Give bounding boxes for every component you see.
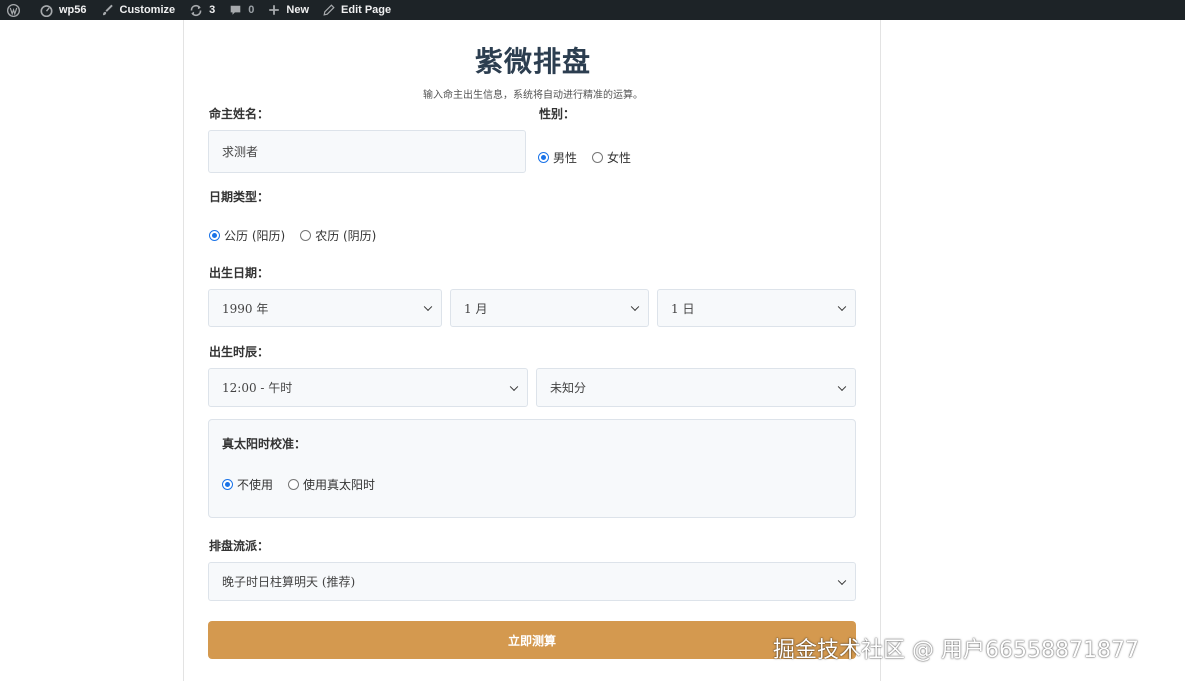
site-dashboard-icon (40, 4, 53, 17)
date-type-label: 日期类型： (209, 190, 270, 204)
plus-icon (269, 5, 280, 15)
gender-female-label: 女性 (607, 151, 632, 165)
month-select-value: 1 月 (464, 301, 488, 316)
solar-time-option-off[interactable]: 不使用 (222, 476, 273, 493)
page-subtitle: 输入命主出生信息，系统将自动进行精准的运算。 (423, 90, 643, 101)
radio-lunar[interactable] (300, 230, 312, 241)
gender-male-label: 男性 (553, 151, 578, 165)
birth-time-label: 出生时辰： (209, 345, 270, 359)
gender-radio-group: 男性 女性 (538, 149, 646, 166)
minute-select[interactable]: 未知分 (536, 368, 856, 407)
comments-count: 0 (248, 4, 255, 16)
year-select[interactable]: 1990 年 (208, 289, 442, 327)
gender-option-male[interactable]: 男性 (538, 149, 577, 166)
solar-time-panel: 真太阳时校准： 不使用 使用真太阳时 (208, 419, 856, 518)
name-input[interactable]: 求测者 (208, 130, 526, 173)
name-label: 命主姓名： (209, 107, 270, 121)
updates-link[interactable]: 3 (182, 0, 222, 20)
brush-icon (102, 4, 113, 15)
date-type-option-solar[interactable]: 公历 (阳历) (209, 227, 285, 244)
year-select-value: 1990 年 (222, 301, 269, 316)
customize-label: Customize (119, 4, 176, 16)
customize-link[interactable]: Customize (94, 0, 183, 20)
comments-link[interactable]: 0 (222, 0, 261, 20)
wordpress-menu[interactable] (0, 0, 33, 20)
school-select[interactable]: 晚子时日柱算明天 (推荐) (208, 562, 856, 601)
date-type-option-lunar[interactable]: 农历 (阴历) (300, 227, 376, 244)
hour-select[interactable]: 12:00 - 午时 (208, 368, 528, 407)
solar-time-off-label: 不使用 (237, 478, 274, 492)
solar-time-label: 真太阳时校准： (222, 437, 307, 451)
submit-label: 立即测算 (507, 633, 556, 648)
month-select[interactable]: 1 月 (450, 289, 649, 327)
radio-male[interactable] (538, 152, 549, 163)
submit-button[interactable]: 立即测算 (208, 621, 856, 659)
comment-icon (230, 5, 241, 15)
edit-page-link[interactable]: Edit Page (316, 0, 398, 20)
radio-solar[interactable] (209, 230, 220, 241)
admin-bar: wp56 Customize 3 0 New Edit Page (0, 0, 1185, 20)
hour-select-value: 12:00 - 午时 (222, 381, 293, 395)
day-select[interactable]: 1 日 (657, 289, 856, 327)
page-title: 紫微排盘 (474, 45, 591, 78)
radio-solar-on[interactable] (288, 479, 300, 490)
date-type-solar-label: 公历 (阳历) (224, 229, 286, 243)
wordpress-logo-icon (7, 3, 20, 17)
school-select-value: 晚子时日柱算明天 (推荐) (222, 575, 356, 589)
updates-count: 3 (209, 4, 216, 16)
pencil-icon (323, 4, 335, 16)
school-label: 排盘流派： (209, 539, 270, 553)
date-type-radio-group: 公历 (阳历) 农历 (阴历) (209, 227, 391, 244)
gender-option-female[interactable]: 女性 (592, 149, 631, 166)
edit-page-label: Edit Page (341, 4, 392, 16)
ziwei-form-card: 紫微排盘 输入命主出生信息，系统将自动进行精准的运算。 命主姓名： 求测者 性别… (183, 20, 881, 681)
update-icon (190, 4, 202, 16)
site-name-menu[interactable]: wp56 (33, 0, 94, 20)
date-type-lunar-label: 农历 (阴历) (315, 229, 377, 243)
new-content-link[interactable]: New (261, 0, 316, 20)
solar-time-on-label: 使用真太阳时 (303, 478, 376, 492)
site-name: wp56 (59, 4, 87, 16)
birth-date-label: 出生日期： (209, 266, 270, 280)
name-input-value: 求测者 (222, 145, 259, 159)
new-label: New (286, 4, 310, 16)
minute-select-value: 未知分 (550, 381, 587, 395)
radio-solar-off[interactable] (222, 479, 233, 490)
radio-female[interactable] (592, 152, 604, 163)
solar-time-option-on[interactable]: 使用真太阳时 (288, 476, 375, 493)
gender-label: 性别： (539, 107, 576, 121)
day-select-value: 1 日 (671, 301, 695, 316)
watermark: 掘金技术社区 @ 用户66558871877 (773, 638, 1139, 663)
solar-time-radio-group: 不使用 使用真太阳时 (222, 476, 390, 493)
